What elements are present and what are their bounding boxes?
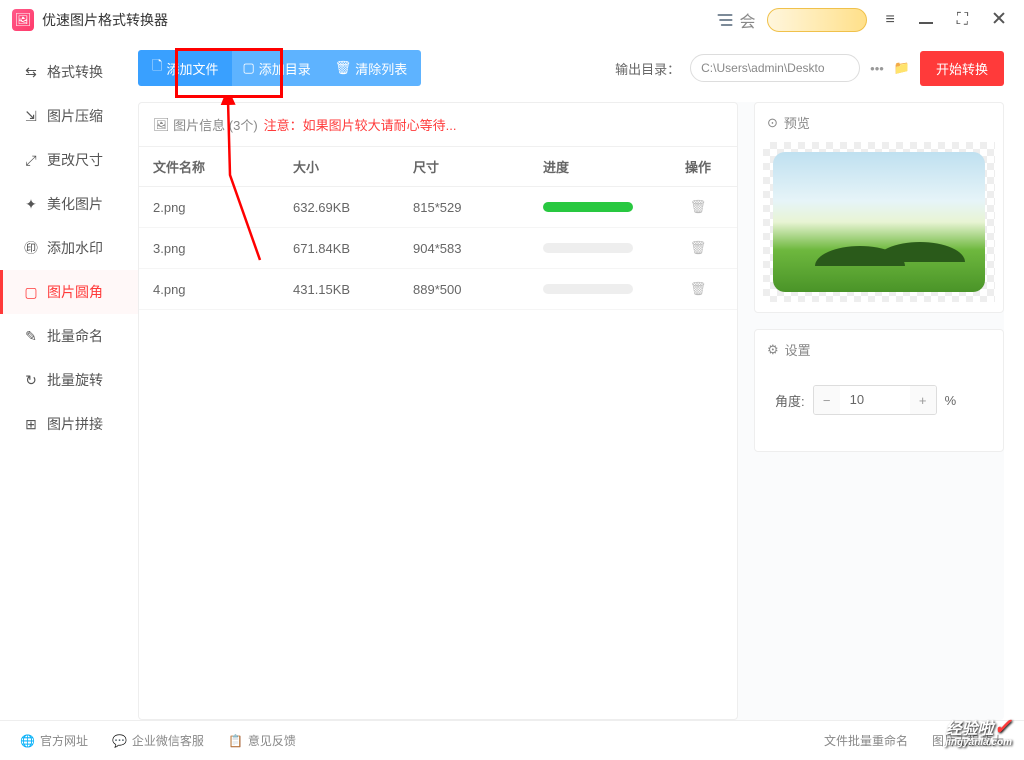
- table-header: 文件名称 大小 尺寸 进度 操作: [139, 147, 737, 187]
- decrease-button[interactable]: −: [814, 386, 840, 414]
- merge-icon: ⊞: [23, 416, 39, 432]
- sidebar: ⇆格式转换 ⇲图片压缩 ⤢更改尺寸 ✦美化图片 ㊞添加水印 ▢图片圆角 ✎批量命…: [0, 40, 138, 720]
- convert-icon: ⇆: [23, 64, 39, 80]
- delete-button[interactable]: 🗑: [673, 240, 723, 256]
- delete-button[interactable]: 🗑: [673, 281, 723, 297]
- footer-site[interactable]: 🌐官方网址: [20, 732, 88, 749]
- beautify-icon: ✦: [23, 196, 39, 212]
- sidebar-item-merge[interactable]: ⊞图片拼接: [0, 402, 138, 446]
- table-row[interactable]: 4.png431.15KB889*500🗑: [139, 269, 737, 310]
- app-icon: [12, 9, 34, 31]
- add-dir-button[interactable]: ▢添加目录: [232, 50, 320, 86]
- angle-label: 角度:: [775, 391, 805, 410]
- add-file-button[interactable]: 🗋添加文件: [138, 50, 232, 86]
- start-button[interactable]: 开始转换: [920, 51, 1004, 86]
- preview-icon: ⊙: [767, 115, 778, 131]
- percent-label: %: [945, 393, 957, 408]
- s-badge[interactable]: 会: [715, 8, 755, 32]
- info-label: 图片信息: [173, 115, 225, 134]
- footer-rename[interactable]: 文件批量重命名: [824, 732, 908, 749]
- sidebar-item-resize[interactable]: ⤢更改尺寸: [0, 138, 138, 182]
- progress-bar: [543, 284, 633, 294]
- footer-feedback[interactable]: 📋意见反馈: [228, 732, 296, 749]
- sidebar-item-rename[interactable]: ✎批量命名: [0, 314, 138, 358]
- trash-icon: 🗑: [335, 60, 352, 76]
- vip-badge[interactable]: [767, 8, 867, 32]
- footer: 🌐官方网址 💬企业微信客服 📋意见反馈 文件批量重命名 图片无损放大: [0, 720, 1024, 760]
- sidebar-item-rotate[interactable]: ↻批量旋转: [0, 358, 138, 402]
- table-row[interactable]: 2.png632.69KB815*529🗑: [139, 187, 737, 228]
- preview-image: [773, 152, 985, 292]
- delete-button[interactable]: 🗑: [673, 199, 723, 215]
- gear-icon: ⚙: [767, 342, 779, 358]
- image-info-icon: 🖼: [153, 117, 170, 133]
- settings-panel: ⚙设置 角度: − 10 + %: [754, 329, 1004, 452]
- file-icon: 🗋: [152, 57, 162, 79]
- sidebar-item-format[interactable]: ⇆格式转换: [0, 50, 138, 94]
- sidebar-item-watermark[interactable]: ㊞添加水印: [0, 226, 138, 270]
- minimize-button[interactable]: [913, 7, 939, 33]
- file-count: (3个): [229, 115, 258, 134]
- browse-button[interactable]: •••: [870, 61, 884, 76]
- resize-icon: ⤢: [23, 152, 39, 168]
- footer-wechat[interactable]: 💬企业微信客服: [112, 732, 204, 749]
- feedback-icon: 📋: [228, 734, 243, 748]
- toolbar: 🗋添加文件 ▢添加目录 🗑清除列表 输出目录： ••• 📁 开始转换: [138, 50, 1004, 86]
- sidebar-item-compress[interactable]: ⇲图片压缩: [0, 94, 138, 138]
- progress-bar: [543, 202, 633, 212]
- angle-stepper: − 10 +: [813, 385, 937, 415]
- watermark: 经验啦✓ jingyanla.com: [945, 716, 1012, 748]
- angle-value[interactable]: 10: [840, 386, 910, 414]
- title-bar: 优速图片格式转换器 会 ≡ ⛶: [0, 0, 1024, 40]
- globe-icon: 🌐: [20, 734, 35, 748]
- folder-icon: ▢: [242, 60, 254, 76]
- preview-panel: ⊙预览: [754, 102, 1004, 313]
- open-folder-button[interactable]: 📁: [894, 60, 910, 76]
- menu-icon[interactable]: ≡: [879, 7, 900, 33]
- file-list-panel: 🖼 图片信息 (3个) 注意：如果图片较大请耐心等待... 文件名称 大小 尺寸…: [138, 102, 738, 720]
- warning-text: 注意：如果图片较大请耐心等待...: [264, 115, 457, 134]
- compress-icon: ⇲: [23, 108, 39, 124]
- output-path-input[interactable]: [690, 54, 860, 82]
- rotate-icon: ↻: [23, 372, 39, 388]
- maximize-button[interactable]: ⛶: [951, 7, 974, 33]
- watermark-icon: ㊞: [23, 240, 39, 256]
- increase-button[interactable]: +: [910, 386, 936, 414]
- output-label: 输出目录：: [615, 59, 680, 78]
- sidebar-item-round[interactable]: ▢图片圆角: [0, 270, 138, 314]
- close-button[interactable]: [986, 7, 1012, 34]
- progress-bar: [543, 243, 633, 253]
- sidebar-item-beautify[interactable]: ✦美化图片: [0, 182, 138, 226]
- table-row[interactable]: 3.png671.84KB904*583🗑: [139, 228, 737, 269]
- app-title: 优速图片格式转换器: [42, 10, 168, 30]
- round-icon: ▢: [23, 284, 39, 300]
- wechat-icon: 💬: [112, 734, 127, 748]
- rename-icon: ✎: [23, 328, 39, 344]
- clear-button[interactable]: 🗑清除列表: [321, 50, 422, 86]
